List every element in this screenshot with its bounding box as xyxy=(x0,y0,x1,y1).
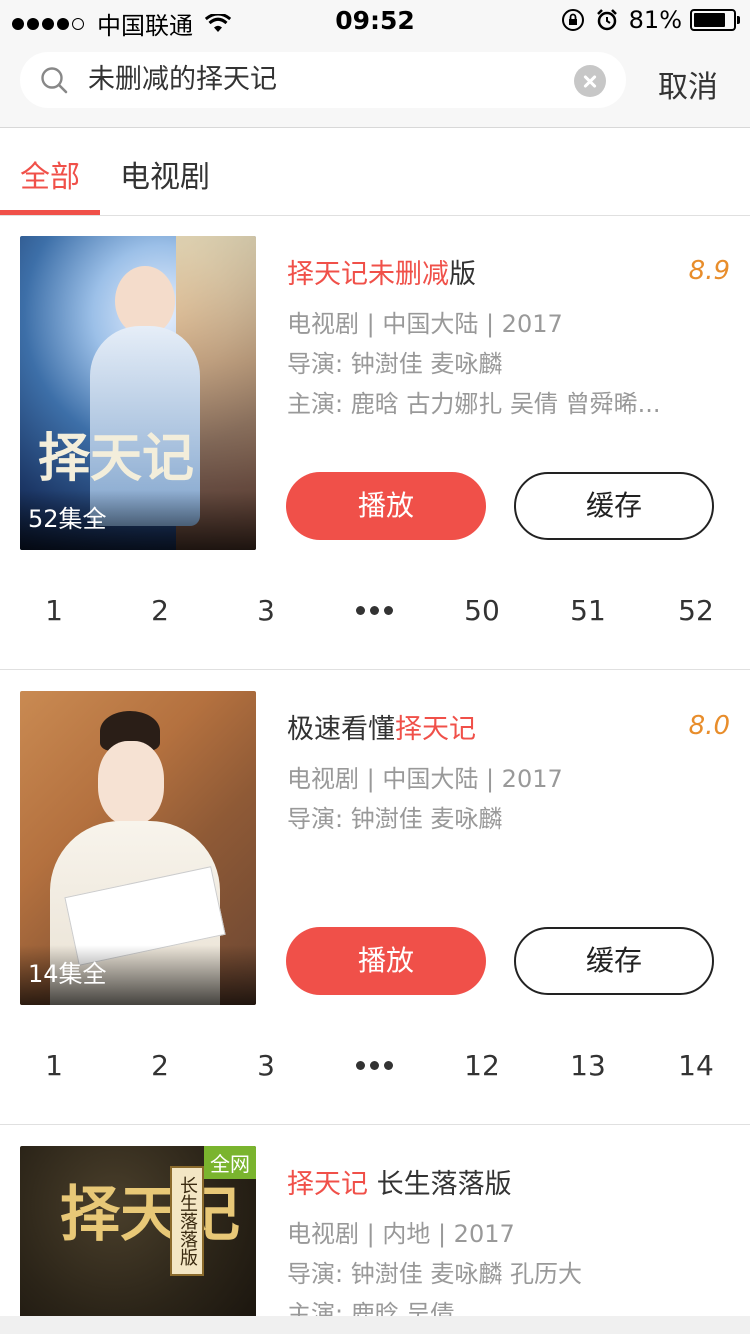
alarm-icon xyxy=(596,9,617,31)
episode-item[interactable]: 14 xyxy=(656,1049,736,1082)
poster-title: 择天记 xyxy=(60,1180,240,1250)
episode-item[interactable]: 12 xyxy=(442,1049,522,1082)
meta-genre-region-year: 电视剧 | 内地 | 2017 xyxy=(287,1220,515,1248)
meta-cast: 主演: 鹿晗 吴倩 xyxy=(287,1300,455,1316)
poster-image[interactable]: 择天记 长生落落版 全网 xyxy=(20,1146,256,1316)
search-icon xyxy=(41,67,68,94)
status-right: 81% xyxy=(561,6,740,34)
poster-subtitle: 长生落落版 xyxy=(170,1166,204,1276)
episode-count: 14集全 xyxy=(28,960,107,988)
poster-image[interactable]: 择天记 52集全 xyxy=(20,236,256,550)
more-episodes-icon[interactable] xyxy=(334,594,414,615)
meta-cast: 主演: 鹿晗 古力娜扎 吴倩 曾舜晞... xyxy=(287,390,661,418)
battery-icon xyxy=(690,9,740,31)
episode-count: 52集全 xyxy=(28,505,107,533)
episode-list: 1 2 3 12 13 14 xyxy=(0,1033,750,1093)
clear-icon[interactable] xyxy=(574,65,606,97)
battery-fill xyxy=(694,13,725,27)
meta-director: 导演: 钟澍佳 麦咏麟 孔历大 xyxy=(287,1260,582,1288)
result-title[interactable]: 择天记未删减版 xyxy=(287,252,476,291)
battery-percent: 81% xyxy=(628,6,682,34)
meta-director: 导演: 钟澍佳 麦咏麟 xyxy=(287,805,503,833)
cancel-button[interactable]: 取消 xyxy=(658,62,718,106)
search-header: 未删减的择天记 取消 xyxy=(0,40,750,128)
episode-item[interactable]: 1 xyxy=(14,1049,94,1082)
episode-item[interactable]: 2 xyxy=(120,1049,200,1082)
meta-genre-region-year: 电视剧 | 中国大陆 | 2017 xyxy=(287,310,563,338)
tab-all[interactable]: 全部 xyxy=(20,152,80,196)
cache-button[interactable]: 缓存 xyxy=(514,927,714,995)
episode-item[interactable]: 51 xyxy=(548,594,628,627)
result-card: 择天记 52集全 择天记未删减版 8.9 电视剧 | 中国大陆 | 2017 导… xyxy=(0,216,750,670)
status-bar: 中国联通 09:52 81% xyxy=(0,0,750,40)
result-title[interactable]: 极速看懂择天记 xyxy=(287,707,476,746)
tab-tv-series[interactable]: 电视剧 xyxy=(120,152,210,196)
result-title[interactable]: 择天记 长生落落版 xyxy=(287,1162,512,1201)
play-button[interactable]: 播放 xyxy=(286,472,486,540)
bottom-edge xyxy=(0,1316,750,1334)
episode-item[interactable]: 50 xyxy=(442,594,522,627)
active-tab-indicator xyxy=(0,210,100,215)
rating-score: 8.9 xyxy=(688,256,730,286)
result-card: 择天记 长生落落版 全网 择天记 长生落落版 电视剧 | 内地 | 2017 导… xyxy=(0,1126,750,1316)
meta-genre-region-year: 电视剧 | 中国大陆 | 2017 xyxy=(287,765,563,793)
episode-list: 1 2 3 50 51 52 xyxy=(0,578,750,638)
episode-item[interactable]: 1 xyxy=(14,594,94,627)
episode-item[interactable]: 2 xyxy=(120,594,200,627)
orientation-lock-icon xyxy=(561,9,584,31)
badge-all-network: 全网 xyxy=(204,1146,256,1179)
rating-score: 8.0 xyxy=(688,711,730,741)
category-tabs: 全部 电视剧 xyxy=(0,128,750,216)
play-button[interactable]: 播放 xyxy=(286,927,486,995)
more-episodes-icon[interactable] xyxy=(334,1049,414,1070)
poster-image[interactable]: 14集全 xyxy=(20,691,256,1005)
episode-item[interactable]: 13 xyxy=(548,1049,628,1082)
episode-item[interactable]: 52 xyxy=(656,594,736,627)
search-query[interactable]: 未删减的择天记 xyxy=(88,64,277,96)
meta-director: 导演: 钟澍佳 麦咏麟 xyxy=(287,350,503,378)
cache-button[interactable]: 缓存 xyxy=(514,472,714,540)
episode-item[interactable]: 3 xyxy=(226,594,306,627)
poster-title: 择天记 xyxy=(38,428,195,489)
result-card: 14集全 极速看懂择天记 8.0 电视剧 | 中国大陆 | 2017 导演: 钟… xyxy=(0,671,750,1125)
search-input[interactable]: 未删减的择天记 xyxy=(20,52,626,108)
episode-item[interactable]: 3 xyxy=(226,1049,306,1082)
